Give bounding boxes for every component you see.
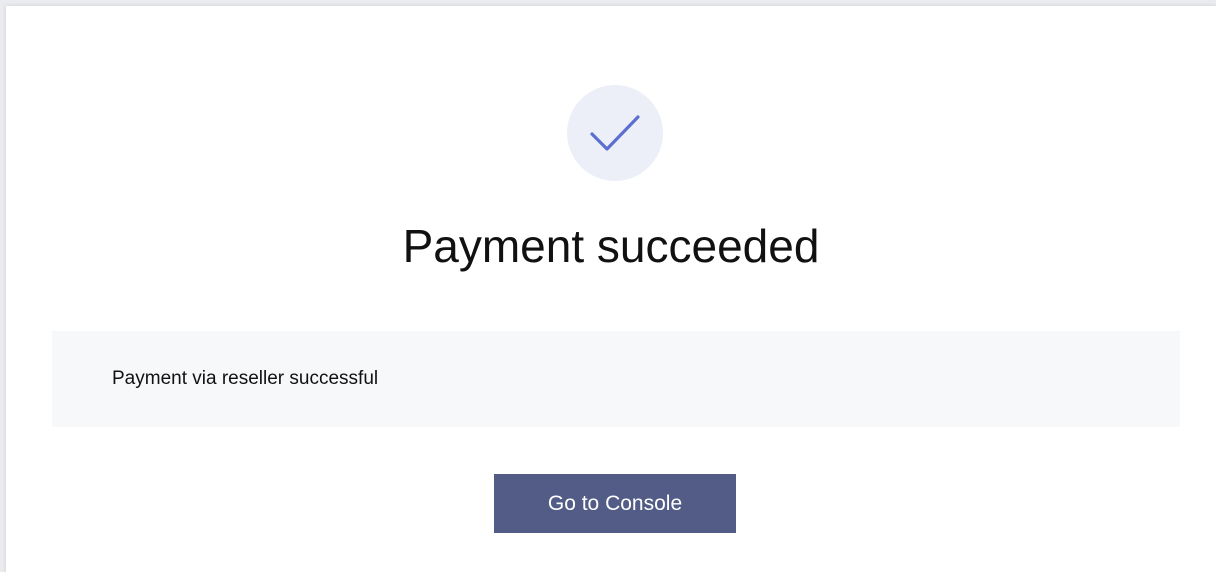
check-icon xyxy=(590,115,640,151)
success-badge xyxy=(567,85,663,181)
status-message: Payment via reseller successful xyxy=(112,368,379,389)
payment-result-card: Payment succeeded Payment via reseller s… xyxy=(6,6,1216,572)
page-title: Payment succeeded xyxy=(402,220,820,272)
message-panel: Payment via reseller successful xyxy=(52,331,1180,427)
go-to-console-button[interactable]: Go to Console xyxy=(494,474,736,533)
